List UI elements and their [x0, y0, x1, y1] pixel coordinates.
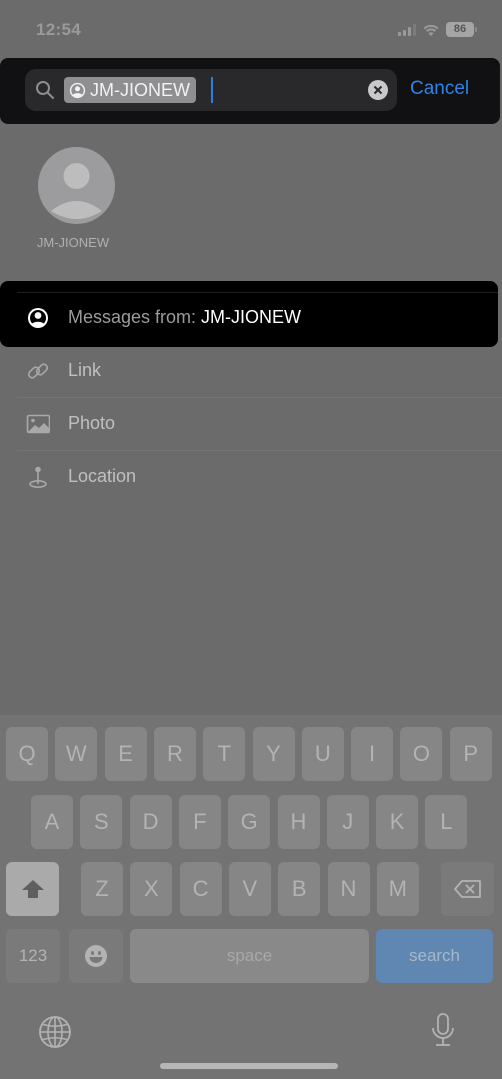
key-h[interactable]: H — [277, 795, 320, 849]
keyboard: QWERTYUIOP ASDFGHJKL ZXCVBNM 123 space s… — [0, 715, 502, 1079]
cancel-button[interactable]: Cancel — [410, 78, 469, 100]
key-m[interactable]: M — [376, 862, 419, 916]
key-n[interactable]: N — [327, 862, 370, 916]
key-t[interactable]: T — [203, 727, 246, 781]
battery-indicator: 86 — [446, 22, 477, 37]
search-key[interactable]: search — [376, 929, 493, 983]
key-k[interactable]: K — [376, 795, 419, 849]
key-l[interactable]: L — [425, 795, 468, 849]
search-bar-container: JM-JIONEW Cancel — [0, 58, 500, 124]
key-v[interactable]: V — [228, 862, 271, 916]
key-z[interactable]: Z — [81, 862, 123, 916]
cellular-signal-icon — [398, 23, 416, 36]
suggestion-label: Location — [68, 466, 137, 486]
status-time: 12:54 — [36, 20, 81, 39]
backspace-icon — [453, 880, 481, 898]
key-c[interactable]: C — [179, 862, 222, 916]
key-p[interactable]: P — [449, 727, 492, 781]
key-j[interactable]: J — [326, 795, 369, 849]
key-g[interactable]: G — [228, 795, 271, 849]
suggestion-messages-from[interactable]: Messages from: JM-JIONEW — [0, 292, 500, 344]
contact-name: JM-JIONEW — [36, 235, 110, 250]
search-token-label: JM-JIONEW — [90, 79, 190, 100]
suggestion-location[interactable]: Location — [0, 451, 500, 503]
person-silhouette-icon — [51, 163, 102, 219]
text-caret — [211, 77, 213, 103]
search-icon — [36, 81, 54, 99]
suggestion-link[interactable]: Link — [0, 345, 500, 397]
key-a[interactable]: A — [31, 795, 73, 849]
clear-search-button[interactable] — [368, 80, 388, 100]
shift-key[interactable] — [6, 862, 59, 916]
globe-icon[interactable] — [38, 1015, 72, 1049]
link-icon — [27, 363, 49, 379]
home-indicator[interactable] — [160, 1063, 338, 1069]
microphone-icon[interactable] — [430, 1012, 456, 1048]
space-key[interactable]: space — [130, 929, 369, 983]
suggestion-photo[interactable]: Photo — [0, 398, 500, 450]
suggestion-label: Messages from: JM-JIONEW — [68, 307, 302, 327]
search-input[interactable]: JM-JIONEW — [25, 69, 397, 111]
avatar — [38, 147, 115, 224]
key-o[interactable]: O — [400, 727, 443, 781]
key-b[interactable]: B — [278, 862, 321, 916]
photo-icon — [26, 414, 50, 434]
location-pin-icon — [29, 466, 47, 489]
suggestion-label: Photo — [68, 413, 116, 433]
emoji-icon — [85, 945, 107, 967]
key-f[interactable]: F — [178, 795, 221, 849]
key-s[interactable]: S — [80, 795, 123, 849]
person-circle-icon — [28, 308, 48, 328]
key-w[interactable]: W — [55, 727, 98, 781]
key-e[interactable]: E — [104, 727, 147, 781]
status-icons: 86 — [398, 22, 477, 37]
status-bar: 12:54 86 — [0, 0, 502, 58]
close-icon — [373, 85, 383, 95]
wifi-icon — [423, 24, 439, 36]
key-q[interactable]: Q — [6, 727, 48, 781]
search-token[interactable]: JM-JIONEW — [64, 77, 196, 103]
numbers-key[interactable]: 123 — [6, 929, 60, 983]
key-i[interactable]: I — [351, 727, 394, 781]
key-x[interactable]: X — [130, 862, 173, 916]
key-u[interactable]: U — [301, 727, 344, 781]
person-circle-icon — [69, 82, 86, 98]
shift-arrow-icon — [21, 880, 44, 898]
delete-key[interactable] — [441, 862, 494, 916]
key-y[interactable]: Y — [252, 727, 295, 781]
emoji-key[interactable] — [69, 929, 123, 983]
suggestion-label: Link — [68, 360, 102, 380]
key-r[interactable]: R — [153, 727, 196, 781]
key-d[interactable]: D — [129, 795, 172, 849]
contact-result[interactable]: JM-JIONEW — [26, 147, 126, 250]
